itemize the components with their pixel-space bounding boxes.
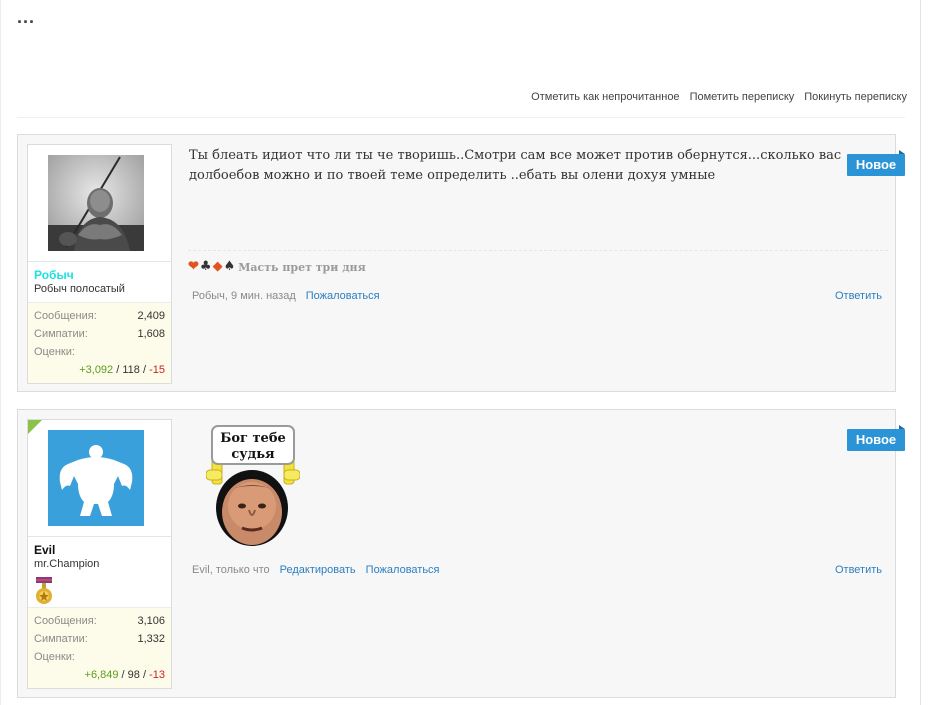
ratings-negative: -13: [149, 669, 165, 681]
ratings-separator: /: [121, 669, 125, 681]
message-user-info: Evil mr.Champion Сообщения: 3,106 Симпат…: [27, 419, 172, 689]
star-conversation-link[interactable]: Пометить переписку: [690, 91, 795, 103]
report-link[interactable]: Пожаловаться: [306, 290, 380, 302]
ratings-separator: /: [116, 364, 120, 376]
user-details: Evil mr.Champion: [28, 536, 171, 607]
sticker-caption-line2: судья: [231, 447, 275, 462]
signature-text: Масть прет три дня: [238, 260, 366, 274]
diamond-icon: ◆: [212, 259, 223, 274]
more-dots-icon[interactable]: ...: [17, 8, 35, 26]
message-author-time[interactable]: Evil, только что: [192, 564, 270, 576]
message-post: Evil mr.Champion Сообщения: 3,106 Симпат…: [17, 409, 905, 698]
stat-value: 1,332: [137, 633, 165, 645]
stat-value[interactable]: 3,106: [137, 612, 165, 630]
leave-conversation-link[interactable]: Покинуть переписку: [804, 91, 907, 103]
online-indicator-icon: [28, 420, 42, 434]
signature: ❤ ♣ ◆ ♠ Масть прет три дня: [188, 250, 888, 274]
message-user-info: Робыч Робыч полосатый Сообщения: 2,409 С…: [27, 144, 172, 384]
user-title: mr.Champion: [34, 558, 100, 570]
stat-label: Сообщения:: [34, 310, 97, 322]
stat-label: Оценки:: [34, 346, 75, 358]
ratings-neutral: 98: [127, 669, 140, 681]
stat-ratings: Оценки:: [34, 648, 165, 666]
stat-label: Симпатии:: [34, 633, 88, 645]
user-stats: Сообщения: 2,409 Симпатии: 1,608 Оценки:…: [28, 302, 171, 383]
divider: [17, 117, 905, 118]
stat-label: Симпатии:: [34, 328, 88, 340]
stat-messages: Сообщения: 2,409: [34, 307, 165, 325]
user-details: Робыч Робыч полосатый: [28, 261, 171, 296]
reply-link[interactable]: Ответить: [835, 290, 882, 302]
reply-link[interactable]: Ответить: [835, 564, 882, 576]
ratings-summary[interactable]: +3,092 / 118 / -15: [34, 361, 165, 379]
conversation-actions: Отметить как непрочитанное Пометить пере…: [531, 91, 907, 103]
ratings-separator: /: [142, 669, 147, 681]
club-icon: ♣: [199, 259, 212, 274]
ratings-negative: -15: [149, 364, 165, 376]
message-text: Ты блеать идиот что ли ты че творишь..См…: [189, 148, 842, 183]
new-badge: Новое: [847, 150, 905, 176]
stat-likes: Симпатии: 1,332: [34, 630, 165, 648]
stat-value: 1,608: [137, 328, 165, 340]
stat-messages: Сообщения: 3,106: [34, 612, 165, 630]
stat-value[interactable]: 2,409: [137, 307, 165, 325]
sticker-image: Бог тебе судья: [205, 424, 301, 548]
stat-likes: Симпатии: 1,608: [34, 325, 165, 343]
page-left-border: [0, 0, 1, 705]
ratings-separator: /: [142, 364, 147, 376]
username-link[interactable]: Робыч: [34, 268, 165, 282]
report-link[interactable]: Пожаловаться: [366, 564, 440, 576]
avatar[interactable]: [48, 155, 144, 251]
ratings-neutral: 118: [122, 364, 140, 376]
user-title: Робыч полосатый: [34, 283, 125, 295]
page-right-border: [920, 0, 921, 705]
edit-link[interactable]: Редактировать: [280, 564, 356, 576]
avatar[interactable]: [48, 430, 144, 526]
message-meta: Evil, только что Редактировать Пожаловат…: [192, 564, 882, 576]
mark-unread-link[interactable]: Отметить как непрочитанное: [531, 91, 679, 103]
spade-icon: ♠: [223, 259, 236, 274]
ratings-positive: +6,849: [84, 669, 119, 681]
message-post: Робыч Робыч полосатый Сообщения: 2,409 С…: [17, 134, 905, 392]
message-author-time[interactable]: Робыч, 9 мин. назад: [192, 290, 296, 302]
stat-ratings: Оценки:: [34, 343, 165, 361]
heart-icon: ❤: [188, 259, 199, 274]
user-award-icon: [34, 577, 54, 607]
ratings-positive: +3,092: [79, 364, 114, 376]
new-badge: Новое: [847, 425, 905, 451]
ratings-summary[interactable]: +6,849 / 98 / -13: [34, 666, 165, 684]
message-meta: Робыч, 9 мин. назад Пожаловаться Ответит…: [192, 290, 882, 302]
stat-label: Сообщения:: [34, 615, 97, 627]
username-link[interactable]: Evil: [34, 543, 165, 557]
sticker-caption-line1: Бог тебе: [220, 431, 286, 446]
stat-label: Оценки:: [34, 651, 75, 663]
user-stats: Сообщения: 3,106 Симпатии: 1,332 Оценки:…: [28, 607, 171, 688]
